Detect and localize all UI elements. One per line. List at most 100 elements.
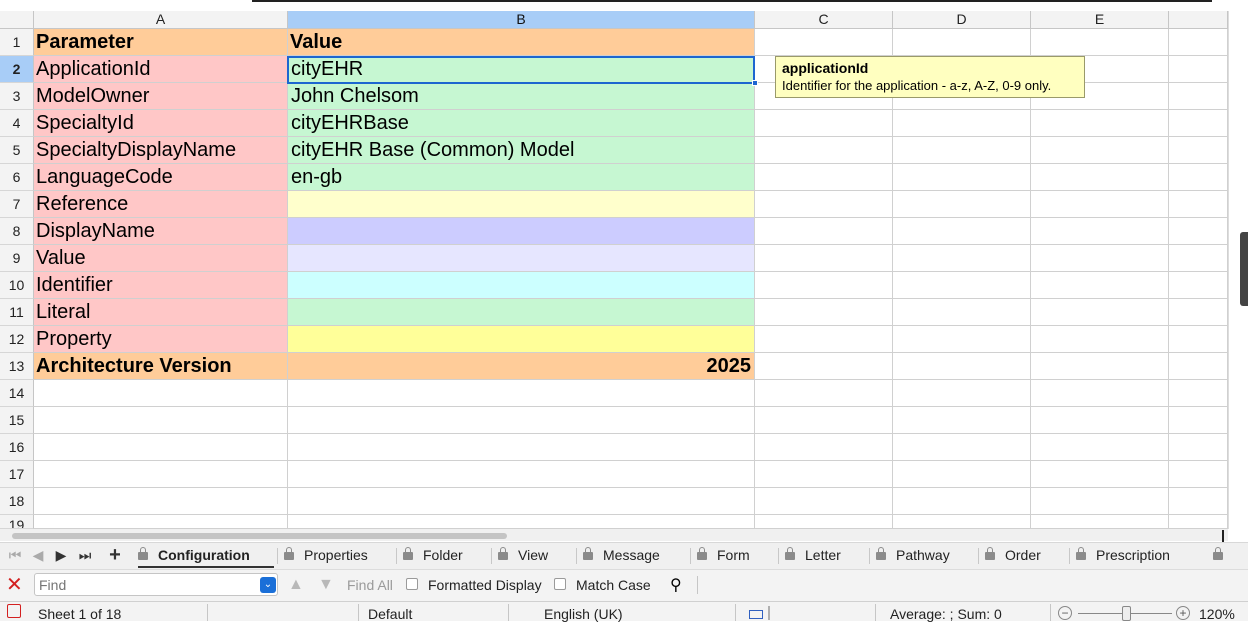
cell-d9[interactable] bbox=[893, 245, 1031, 272]
row-header[interactable]: 16 bbox=[0, 434, 34, 461]
zoom-out-icon[interactable]: − bbox=[1058, 606, 1072, 620]
cell-d4[interactable] bbox=[893, 110, 1031, 137]
cell-f9[interactable] bbox=[1169, 245, 1228, 272]
cell-e14[interactable] bbox=[1031, 380, 1169, 407]
cell-d5[interactable] bbox=[893, 137, 1031, 164]
match-case-checkbox[interactable] bbox=[554, 578, 566, 590]
cell-a6[interactable]: LanguageCode bbox=[34, 164, 288, 191]
cell-f4[interactable] bbox=[1169, 110, 1228, 137]
find-and-replace-icon[interactable]: ⚲ bbox=[670, 575, 682, 595]
cell-a11[interactable]: Literal bbox=[34, 299, 288, 326]
cell-a17[interactable] bbox=[34, 461, 288, 488]
scrollbar-splitter[interactable] bbox=[1222, 530, 1224, 542]
cell-c1[interactable] bbox=[755, 29, 893, 56]
cell-f19[interactable] bbox=[1169, 515, 1228, 529]
sheet-tab-configuration[interactable]: Configuration bbox=[138, 544, 274, 568]
cell-c8[interactable] bbox=[755, 218, 893, 245]
cell-f13[interactable] bbox=[1169, 353, 1228, 380]
cell-e17[interactable] bbox=[1031, 461, 1169, 488]
cell-b17[interactable] bbox=[288, 461, 755, 488]
cell-e15[interactable] bbox=[1031, 407, 1169, 434]
cell-b11[interactable] bbox=[288, 299, 755, 326]
cell-a7[interactable]: Reference bbox=[34, 191, 288, 218]
row-header[interactable]: 14 bbox=[0, 380, 34, 407]
cell-c14[interactable] bbox=[755, 380, 893, 407]
find-next-icon[interactable]: ▼ bbox=[318, 576, 334, 594]
cell-b12[interactable] bbox=[288, 326, 755, 353]
row-header[interactable]: 6 bbox=[0, 164, 34, 191]
cell-a16[interactable] bbox=[34, 434, 288, 461]
cell-a12[interactable]: Property bbox=[34, 326, 288, 353]
row-header[interactable]: 10 bbox=[0, 272, 34, 299]
cell-f3[interactable] bbox=[1169, 83, 1228, 110]
cell-c4[interactable] bbox=[755, 110, 893, 137]
cell-b8[interactable] bbox=[288, 218, 755, 245]
sheet-tab-overflow[interactable] bbox=[1213, 544, 1233, 568]
sheet-tab-pathway[interactable]: Pathway bbox=[876, 544, 950, 568]
cell-e11[interactable] bbox=[1031, 299, 1169, 326]
cell-e19[interactable] bbox=[1031, 515, 1169, 529]
first-sheet-icon[interactable]: ⏮ bbox=[6, 545, 24, 565]
cell-a14[interactable] bbox=[34, 380, 288, 407]
zoom-slider-thumb[interactable] bbox=[1122, 606, 1131, 621]
cell-d14[interactable] bbox=[893, 380, 1031, 407]
cell-b13[interactable]: 2025 bbox=[288, 353, 755, 380]
cell-c11[interactable] bbox=[755, 299, 893, 326]
next-sheet-icon[interactable]: ▶ bbox=[52, 545, 70, 565]
vertical-scroll-thumb[interactable] bbox=[1240, 232, 1248, 306]
find-all-button[interactable]: Find All bbox=[347, 576, 393, 594]
cell-a4[interactable]: SpecialtyId bbox=[34, 110, 288, 137]
selection-mode-icon[interactable] bbox=[749, 610, 763, 619]
column-header-d[interactable]: D bbox=[893, 11, 1031, 29]
cell-c6[interactable] bbox=[755, 164, 893, 191]
cell-c7[interactable] bbox=[755, 191, 893, 218]
cell-f17[interactable] bbox=[1169, 461, 1228, 488]
row-header[interactable]: 13 bbox=[0, 353, 34, 380]
row-header[interactable]: 1 bbox=[0, 29, 34, 56]
cell-c9[interactable] bbox=[755, 245, 893, 272]
sheet-tab-folder[interactable]: Folder bbox=[403, 544, 463, 568]
cell-d17[interactable] bbox=[893, 461, 1031, 488]
cell-a3[interactable]: ModelOwner bbox=[34, 83, 288, 110]
cell-d11[interactable] bbox=[893, 299, 1031, 326]
cell-f18[interactable] bbox=[1169, 488, 1228, 515]
cell-e7[interactable] bbox=[1031, 191, 1169, 218]
cell-b18[interactable] bbox=[288, 488, 755, 515]
cell-a10[interactable]: Identifier bbox=[34, 272, 288, 299]
cell-e12[interactable] bbox=[1031, 326, 1169, 353]
cell-f14[interactable] bbox=[1169, 380, 1228, 407]
cell-d13[interactable] bbox=[893, 353, 1031, 380]
column-header-f[interactable] bbox=[1169, 11, 1228, 29]
cell-f11[interactable] bbox=[1169, 299, 1228, 326]
cell-b16[interactable] bbox=[288, 434, 755, 461]
column-header-c[interactable]: C bbox=[755, 11, 893, 29]
close-find-icon[interactable]: ✕ bbox=[6, 574, 23, 596]
page-style[interactable]: Default bbox=[368, 605, 412, 623]
cell-b9[interactable] bbox=[288, 245, 755, 272]
cell-a1[interactable]: Parameter bbox=[34, 29, 288, 56]
sheet-tab-message[interactable]: Message bbox=[583, 544, 660, 568]
autofill-handle[interactable] bbox=[752, 80, 758, 86]
cell-c13[interactable] bbox=[755, 353, 893, 380]
cell-c5[interactable] bbox=[755, 137, 893, 164]
row-header[interactable]: 5 bbox=[0, 137, 34, 164]
cell-f6[interactable] bbox=[1169, 164, 1228, 191]
select-all-corner[interactable] bbox=[0, 11, 34, 29]
cell-f5[interactable] bbox=[1169, 137, 1228, 164]
cell-f2[interactable] bbox=[1169, 56, 1228, 83]
zoom-in-icon[interactable]: + bbox=[1176, 606, 1190, 620]
row-header[interactable]: 11 bbox=[0, 299, 34, 326]
column-header-e[interactable]: E bbox=[1031, 11, 1169, 29]
cell-c12[interactable] bbox=[755, 326, 893, 353]
language-status[interactable]: English (UK) bbox=[544, 605, 623, 623]
cell-b6[interactable]: en-gb bbox=[288, 164, 755, 191]
sheet-tab-prescription[interactable]: Prescription bbox=[1076, 544, 1170, 568]
cell-b15[interactable] bbox=[288, 407, 755, 434]
cell-e16[interactable] bbox=[1031, 434, 1169, 461]
cell-e4[interactable] bbox=[1031, 110, 1169, 137]
row-header[interactable]: 8 bbox=[0, 218, 34, 245]
cell-e5[interactable] bbox=[1031, 137, 1169, 164]
find-input[interactable] bbox=[34, 573, 278, 596]
cell-a8[interactable]: DisplayName bbox=[34, 218, 288, 245]
sheet-tab-properties[interactable]: Properties bbox=[284, 544, 368, 568]
